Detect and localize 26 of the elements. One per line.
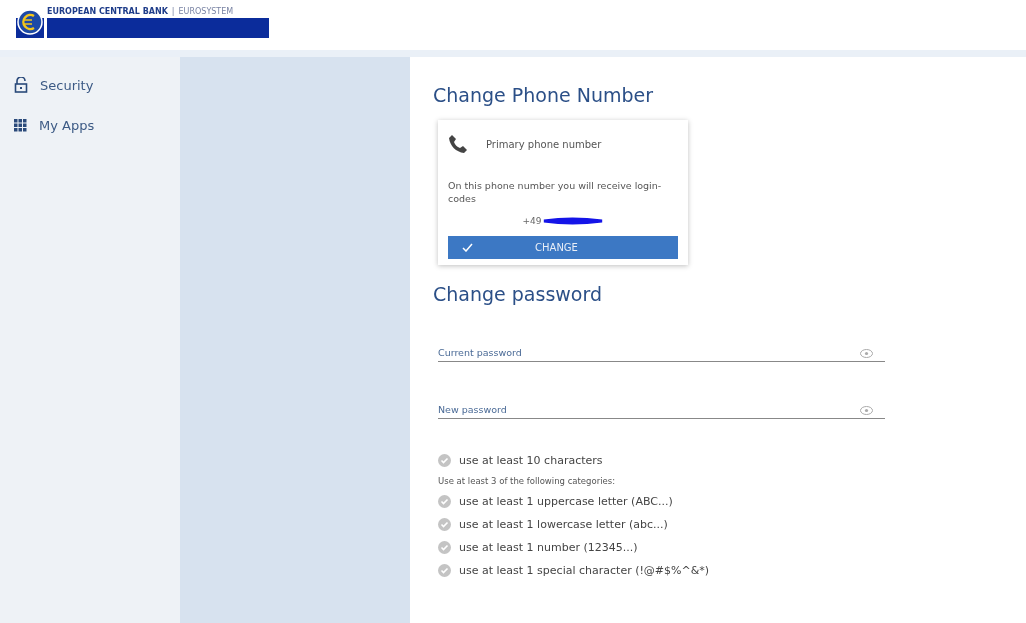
rules-note: Use at least 3 of the following categories: <box>438 474 616 488</box>
section-title: Change password <box>433 282 602 305</box>
sidebar-item[interactable]: Security <box>0 69 180 101</box>
phone-icon <box>448 134 468 154</box>
change-button[interactable]: CHANGE <box>448 235 678 259</box>
password-rule: use at least 10 characters <box>459 453 603 467</box>
checkmark-icon <box>462 242 473 252</box>
password-field[interactable]: Current password <box>438 346 860 361</box>
apps-grid-icon <box>14 118 27 132</box>
phone-number: +49 <box>522 215 542 226</box>
logo-title: EUROPEAN CENTRAL BANK <box>47 6 168 16</box>
lock-icon <box>14 77 28 93</box>
password-rule: use at least 1 uppercase letter (ABC...) <box>459 494 673 508</box>
sidebar-item[interactable]: My Apps <box>0 109 180 141</box>
logo-subtitle: EUROSYSTEM <box>178 6 234 16</box>
password-field[interactable]: New password <box>438 403 860 418</box>
password-rule: use at least 1 special character (!@#$%^&*) <box>459 563 710 577</box>
password-rule: use at least 1 lowercase letter (abc...) <box>459 517 668 531</box>
card-description: On this phone number you will receive login-codes <box>448 180 663 206</box>
password-rule: use at least 1 number (12345...) <box>459 540 638 554</box>
section-title: Change Phone Number <box>433 84 653 106</box>
eye-icon[interactable] <box>860 349 873 359</box>
redaction-mark <box>541 216 604 225</box>
logo-separator: | <box>171 6 175 16</box>
card-title: Primary phone number <box>486 138 602 150</box>
eye-icon[interactable] <box>860 406 873 416</box>
